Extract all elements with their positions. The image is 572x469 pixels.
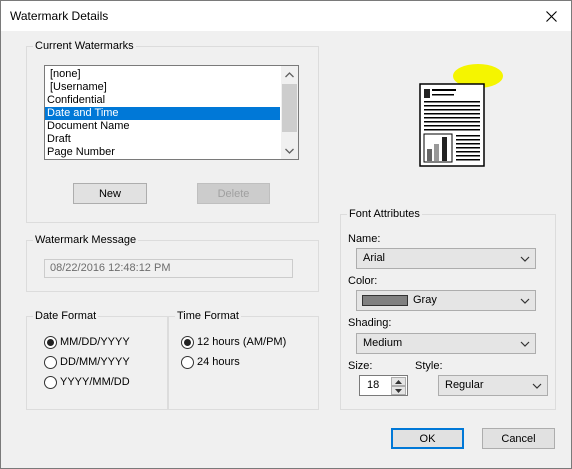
list-scrollbar[interactable]: [281, 66, 298, 159]
watermark-message-field: 08/22/2016 12:48:12 PM: [44, 259, 293, 278]
close-icon: [545, 10, 557, 22]
font-name-select[interactable]: Arial: [356, 248, 536, 269]
font-name-label: Name:: [348, 233, 381, 245]
watermark-message-label: Watermark Message: [33, 234, 139, 247]
font-shading-select[interactable]: Medium: [356, 333, 536, 354]
watermark-details-dialog: Watermark Details Current Watermarks [no…: [0, 0, 572, 469]
radio-button[interactable]: [181, 335, 194, 349]
size-decrement-button[interactable]: [391, 386, 406, 395]
font-style-select[interactable]: Regular: [438, 375, 548, 396]
delete-button: Delete: [197, 183, 270, 204]
chevron-down-icon: [395, 388, 402, 393]
cancel-button[interactable]: Cancel: [482, 428, 555, 449]
scroll-up-button[interactable]: [281, 66, 298, 83]
time-option-24h[interactable]: 24 hours: [181, 354, 240, 370]
radio-button[interactable]: [181, 355, 194, 369]
font-size-label: Size:: [348, 360, 373, 372]
date-option-mmddyyyy[interactable]: MM/DD/YYYY: [44, 334, 130, 350]
chevron-up-icon: [285, 71, 294, 77]
size-increment-button[interactable]: [391, 377, 406, 386]
date-option-yyyymmdd[interactable]: YYYY/MM/DD: [44, 374, 130, 390]
list-item[interactable]: Document Name: [45, 120, 280, 133]
chevron-down-icon: [520, 256, 530, 262]
list-item[interactable]: Draft: [45, 133, 280, 146]
color-swatch: [362, 295, 408, 306]
scroll-thumb[interactable]: [282, 84, 297, 132]
document-preview-icon: [419, 64, 503, 167]
radio-button[interactable]: [44, 375, 57, 389]
list-item[interactable]: Confidential: [45, 94, 280, 107]
chevron-down-icon: [520, 341, 530, 347]
font-style-label: Style:: [415, 360, 443, 372]
time-format-label: Time Format: [175, 310, 241, 323]
watermark-list[interactable]: [none] [Username] Confidential Date and …: [44, 65, 299, 160]
time-option-12h[interactable]: 12 hours (AM/PM): [181, 334, 286, 350]
chevron-down-icon: [520, 298, 530, 304]
font-color-select[interactable]: Gray: [356, 290, 536, 311]
chevron-down-icon: [532, 383, 542, 389]
chevron-up-icon: [395, 379, 402, 384]
chevron-down-icon: [285, 148, 294, 154]
font-attributes-label: Font Attributes: [347, 208, 422, 221]
window-title: Watermark Details: [10, 9, 109, 23]
radio-button[interactable]: [44, 355, 57, 369]
font-color-label: Color:: [348, 275, 378, 287]
date-format-label: Date Format: [33, 310, 99, 323]
radio-button[interactable]: [44, 335, 57, 349]
list-item[interactable]: [none]: [45, 68, 280, 81]
font-shading-label: Shading:: [348, 317, 392, 329]
list-item-selected[interactable]: Date and Time: [45, 107, 280, 120]
list-item[interactable]: Page Number: [45, 146, 280, 159]
date-option-ddmmyyyy[interactable]: DD/MM/YYYY: [44, 354, 130, 370]
new-button[interactable]: New: [73, 183, 147, 204]
font-size-stepper[interactable]: 18: [359, 375, 408, 396]
scroll-down-button[interactable]: [281, 142, 298, 159]
current-watermarks-label: Current Watermarks: [33, 40, 136, 53]
list-item[interactable]: [Username]: [45, 81, 280, 94]
close-button[interactable]: [531, 1, 571, 31]
ok-button[interactable]: OK: [391, 428, 464, 449]
title-bar: Watermark Details: [1, 1, 571, 31]
